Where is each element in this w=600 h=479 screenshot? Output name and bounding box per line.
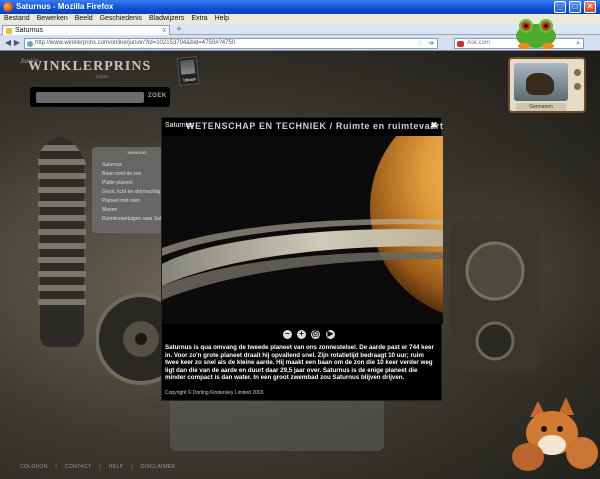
footer-contact[interactable]: CONTACT xyxy=(65,464,92,470)
saturn-planet xyxy=(370,136,443,313)
modal-close-button[interactable]: ✖ xyxy=(429,120,439,130)
viewer-controls: – + ⎙ ▶ xyxy=(162,324,443,344)
bijbaan-image xyxy=(179,59,196,75)
site-footer: COLOFON | CONTACT | HELP | DISCLAIMER xyxy=(20,464,181,470)
tv-screen xyxy=(514,63,568,101)
footer-colofon[interactable]: COLOFON xyxy=(20,464,48,470)
bookmark-star-icon[interactable]: ☆ xyxy=(417,39,423,48)
page-viewport: Junior WINKLERPRINS online bijbaan ZOEK … xyxy=(0,51,600,479)
window-title: Saturnus - Mozilla Firefox xyxy=(16,2,114,11)
url-text: http://www.winklerprins.com/online/junio… xyxy=(35,40,236,46)
tab-label: Saturnus xyxy=(15,27,44,34)
site-search-button[interactable]: ZOEK xyxy=(148,93,167,99)
footer-separator: | xyxy=(55,464,58,470)
favicon-icon xyxy=(6,28,12,34)
footer-disclaimer[interactable]: DISCLAIMER xyxy=(141,464,176,470)
site-search-input[interactable] xyxy=(36,92,144,103)
ask-engine-icon[interactable] xyxy=(457,41,464,47)
menu-help[interactable]: Help xyxy=(215,15,229,22)
menu-extra[interactable]: Extra xyxy=(191,15,207,22)
logo-online: online xyxy=(96,75,109,80)
logo-brand: WINKLERPRINS xyxy=(28,59,152,74)
menu-geschiedenis[interactable]: Geschiedenis xyxy=(100,15,142,22)
tab-close-icon[interactable]: x xyxy=(163,26,167,35)
tv-knob-icon xyxy=(574,69,581,76)
bijbaan-label: bijbaan xyxy=(183,76,197,83)
menu-beeld[interactable]: Beeld xyxy=(75,15,93,22)
saturn-rings xyxy=(162,219,443,300)
modal-small-title: Saturnus xyxy=(165,122,194,129)
search-icon[interactable]: ⌕ xyxy=(576,39,580,48)
tv-label: Germanen xyxy=(516,103,566,111)
footer-separator: | xyxy=(99,464,101,470)
firefox-icon xyxy=(3,2,13,12)
engine-decoration-icon xyxy=(450,221,540,371)
zoom-in-button[interactable]: + xyxy=(297,330,306,339)
fox-mascot-icon xyxy=(512,397,598,471)
next-button[interactable]: ▶ xyxy=(326,330,335,339)
minimize-button[interactable]: _ xyxy=(554,1,566,13)
bijbaan-sign[interactable]: bijbaan xyxy=(176,56,200,86)
menu-bewerken[interactable]: Bewerken xyxy=(37,15,68,22)
menu-bestand[interactable]: Bestand xyxy=(4,15,30,22)
search-placeholder: Ask.com xyxy=(467,40,491,46)
tv-knob-icon xyxy=(574,83,581,90)
new-tab-button[interactable]: + xyxy=(174,25,184,34)
saturn-image xyxy=(162,136,443,324)
tv-widget[interactable]: Germanen xyxy=(508,57,586,113)
site-identity-icon xyxy=(27,41,33,47)
footer-separator: | xyxy=(131,464,133,470)
menu-bladwijzers[interactable]: Bladwijzers xyxy=(149,15,184,22)
close-window-button[interactable]: ✕ xyxy=(584,1,596,13)
footer-help[interactable]: HELP xyxy=(109,464,124,470)
bison-image xyxy=(526,73,554,95)
image-copyright: Copyright © Dorling Kindersley Limited 2… xyxy=(165,390,264,396)
window-titlebar: Saturnus - Mozilla Firefox _ □ ✕ xyxy=(0,0,600,14)
image-caption: Saturnus is qua omvang de tweede planeet… xyxy=(165,344,434,382)
zoom-out-button[interactable]: – xyxy=(283,330,292,339)
modal-header: WETENSCHAP EN TECHNIEK / Ruimte en ruimt… xyxy=(162,118,444,136)
url-bar[interactable]: http://www.winklerprins.com/online/junio… xyxy=(24,38,438,49)
gear-decoration-icon xyxy=(38,137,86,347)
modal-section-title: WETENSCHAP EN TECHNIEK / Ruimte en ruimt… xyxy=(186,121,444,131)
image-modal: WETENSCHAP EN TECHNIEK / Ruimte en ruimt… xyxy=(161,117,444,401)
maximize-button[interactable]: □ xyxy=(569,1,581,13)
frog-mascot-icon xyxy=(516,19,556,49)
forward-button[interactable]: ▶ xyxy=(12,38,22,48)
print-button[interactable]: ⎙ xyxy=(311,330,320,339)
tab-saturnus[interactable]: Saturnus x xyxy=(2,25,170,35)
site-search: ZOEK xyxy=(30,87,170,107)
go-arrow-icon[interactable]: ➜ xyxy=(428,39,434,48)
